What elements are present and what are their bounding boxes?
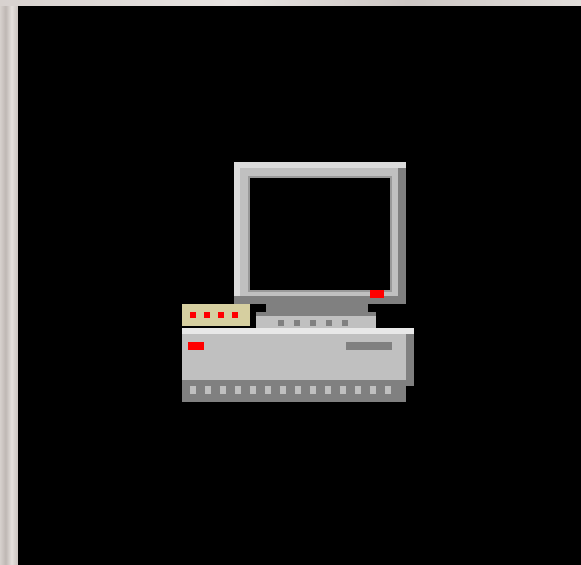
computer-illustration — [182, 162, 414, 402]
case-top-highlight — [182, 328, 414, 334]
desktop-case — [182, 334, 408, 386]
window-frame — [0, 0, 581, 565]
monitor-stand-shadow — [256, 312, 376, 316]
monitor-screen — [250, 178, 390, 290]
pixel-computer-icon[interactable] — [182, 162, 432, 412]
case-power-led — [188, 342, 204, 350]
monitor-bezel-shadow-right — [398, 168, 406, 304]
case-shadow-right — [406, 334, 414, 386]
monitor-neck — [266, 304, 368, 312]
monitor-power-led — [370, 290, 384, 298]
floppy-slot — [346, 342, 392, 350]
